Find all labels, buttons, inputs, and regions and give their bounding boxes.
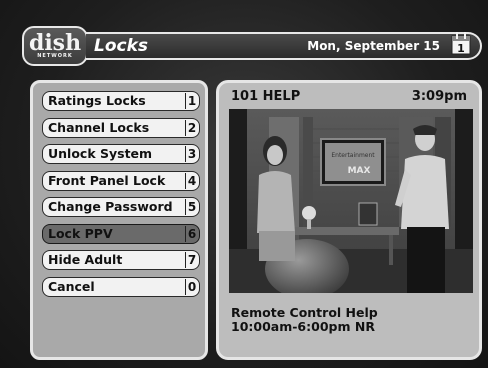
header-bar: dish NETWORK Locks Mon, September 15 1 bbox=[22, 26, 484, 66]
menu-item-channel-locks[interactable]: Channel Locks 2 bbox=[42, 117, 200, 138]
menu-item-front-panel-lock[interactable]: Front Panel Lock 4 bbox=[42, 170, 200, 191]
video-frame: Entertainment MAX bbox=[229, 109, 473, 293]
menu-item-label: Change Password bbox=[48, 199, 173, 214]
menu-item-key: 6 bbox=[185, 225, 198, 242]
tv-screen-text: MAX bbox=[348, 166, 371, 176]
clock-time: 3:09pm bbox=[411, 89, 467, 104]
menu-item-key: 3 bbox=[185, 146, 198, 162]
menu-item-label: Cancel bbox=[48, 278, 95, 294]
channel-label: 101 HELP bbox=[231, 89, 301, 104]
program-title: Remote Control Help bbox=[231, 305, 378, 320]
menu-item-ratings-locks[interactable]: Ratings Locks 1 bbox=[42, 91, 200, 111]
menu-item-key: 1 bbox=[185, 93, 198, 109]
menu-item-label: Ratings Locks bbox=[48, 93, 146, 108]
menu-item-unlock-system[interactable]: Unlock System 3 bbox=[42, 144, 200, 164]
title-bar: Locks Mon, September 15 1 bbox=[86, 32, 482, 60]
video-preview: Entertainment MAX bbox=[229, 109, 473, 293]
menu-item-change-password[interactable]: Change Password 5 bbox=[42, 197, 200, 217]
page-title: Locks bbox=[94, 36, 149, 56]
menu-item-key: 5 bbox=[185, 199, 198, 215]
menu-item-key: 0 bbox=[185, 278, 198, 295]
calendar-day: 1 bbox=[457, 42, 465, 55]
menu-item-label: Lock PPV bbox=[48, 225, 113, 241]
logo-sub: NETWORK bbox=[37, 53, 73, 59]
program-time: 10:00am-6:00pm NR bbox=[231, 319, 375, 334]
calendar-icon: 1 bbox=[451, 32, 471, 55]
dish-network-logo: dish NETWORK bbox=[22, 26, 88, 66]
menu-item-label: Front Panel Lock bbox=[48, 172, 166, 188]
menu-item-key: 2 bbox=[185, 119, 198, 136]
menu-item-label: Channel Locks bbox=[48, 119, 150, 135]
date-display: Mon, September 15 bbox=[307, 39, 440, 53]
logo-word: dish bbox=[28, 30, 82, 56]
program-preview-panel: 101 HELP 3:09pm Entertainment MAX Remote… bbox=[216, 80, 482, 360]
menu-item-lock-ppv[interactable]: Lock PPV 6 bbox=[42, 223, 200, 244]
menu-item-key: 4 bbox=[185, 172, 198, 189]
locks-menu: Ratings Locks 1 Channel Locks 2 Unlock S… bbox=[30, 80, 208, 360]
menu-item-hide-adult[interactable]: Hide Adult 7 bbox=[42, 250, 200, 270]
menu-item-label: Hide Adult bbox=[48, 252, 123, 267]
svg-text:Entertainment: Entertainment bbox=[331, 152, 375, 159]
menu-item-key: 7 bbox=[185, 252, 198, 268]
menu-item-label: Unlock System bbox=[48, 146, 153, 161]
menu-item-cancel[interactable]: Cancel 0 bbox=[42, 276, 200, 297]
